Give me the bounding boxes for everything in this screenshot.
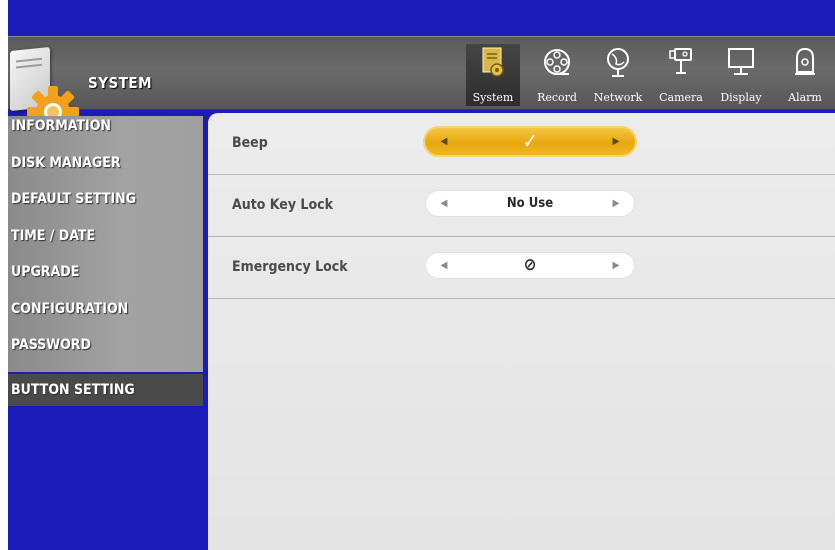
sidebar-item-label: DISK MANAGER (11, 154, 121, 171)
tab-alarm[interactable]: Alarm (780, 44, 830, 106)
left-arrow-icon[interactable]: ◀ (433, 128, 455, 155)
sidebar-item-label: TIME / DATE (11, 227, 96, 244)
setting-row-auto-key-lock: Auto Key Lock ◀ No Use ▶ (208, 175, 835, 237)
setting-row-beep: Beep ◀ ✓ ▶ (208, 113, 835, 175)
beep-selector[interactable]: ◀ ✓ ▶ (425, 128, 635, 155)
system-icon (482, 47, 504, 77)
left-arrow-icon[interactable]: ◀ (433, 252, 455, 279)
sidebar-item-default-setting[interactable]: DEFAULT SETTING (8, 189, 203, 226)
tab-network[interactable]: Network (591, 44, 645, 106)
auto-key-lock-selector[interactable]: ◀ No Use ▶ (425, 190, 635, 217)
selector-value: No Use (506, 196, 554, 211)
sidebar-item-label: UPGRADE (11, 264, 80, 280)
right-arrow-icon[interactable]: ▶ (605, 190, 627, 217)
selector-value: ⊘ (523, 255, 537, 275)
sidebar-item-upgrade[interactable]: UPGRADE (8, 262, 203, 299)
sidebar-item-time-date[interactable]: TIME / DATE (8, 225, 203, 262)
tab-record[interactable]: Record (530, 44, 584, 106)
header-bar: SYSTEM (8, 36, 835, 138)
right-arrow-icon[interactable]: ▶ (605, 252, 627, 279)
left-arrow-icon[interactable]: ◀ (433, 190, 455, 217)
tab-label: Display (720, 91, 762, 104)
tab-label: System (472, 91, 514, 104)
tab-system[interactable]: System (466, 44, 520, 106)
sidebar-item-disk-manager[interactable]: DISK MANAGER (8, 152, 203, 189)
tab-label: Network (593, 91, 643, 104)
tab-label: Alarm (788, 91, 822, 104)
tab-display[interactable]: Display (714, 44, 768, 106)
sidebar-item-button-setting[interactable]: BUTTON SETTING (8, 373, 203, 406)
emergency-lock-selector[interactable]: ◀ ⊘ ▶ (425, 252, 635, 279)
alarm-icon (795, 47, 815, 75)
setting-label: Auto Key Lock (232, 197, 333, 213)
sidebar-item-information[interactable]: INFORMATION (8, 116, 203, 153)
sidebar-item-label: DEFAULT SETTING (11, 191, 137, 207)
settings-panel: Beep ◀ ✓ ▶ Auto Key Lock ◀ No Use ▶ Emer… (208, 113, 835, 550)
setting-row-emergency-lock: Emergency Lock ◀ ⊘ ▶ (208, 237, 835, 299)
sidebar-item-label: PASSWORD (11, 337, 91, 353)
sidebar-item-label: INFORMATION (11, 118, 111, 134)
globe-icon (607, 48, 629, 77)
sidebar-item-label: CONFIGURATION (11, 300, 129, 317)
right-arrow-icon[interactable]: ▶ (605, 128, 627, 155)
monitor-icon (728, 48, 754, 75)
sidebar-menu: INFORMATION DISK MANAGER DEFAULT SETTING… (8, 116, 203, 410)
tab-label: Record (537, 91, 577, 104)
selector-value: ✓ (522, 129, 538, 153)
sidebar-item-configuration[interactable]: CONFIGURATION (8, 298, 203, 335)
camera-icon (669, 48, 692, 74)
dvr-system-screen: SYSTEM System Record Network Camera Disp… (8, 0, 835, 550)
tab-label: Camera (659, 91, 703, 104)
film-reel-icon (544, 49, 570, 75)
sidebar-item-label: BUTTON SETTING (11, 381, 135, 398)
setting-label: Beep (232, 135, 268, 151)
sidebar-item-password[interactable]: PASSWORD (8, 335, 203, 372)
app-title: SYSTEM (88, 74, 153, 92)
tab-camera[interactable]: Camera (654, 44, 708, 106)
setting-label: Emergency Lock (232, 259, 348, 275)
